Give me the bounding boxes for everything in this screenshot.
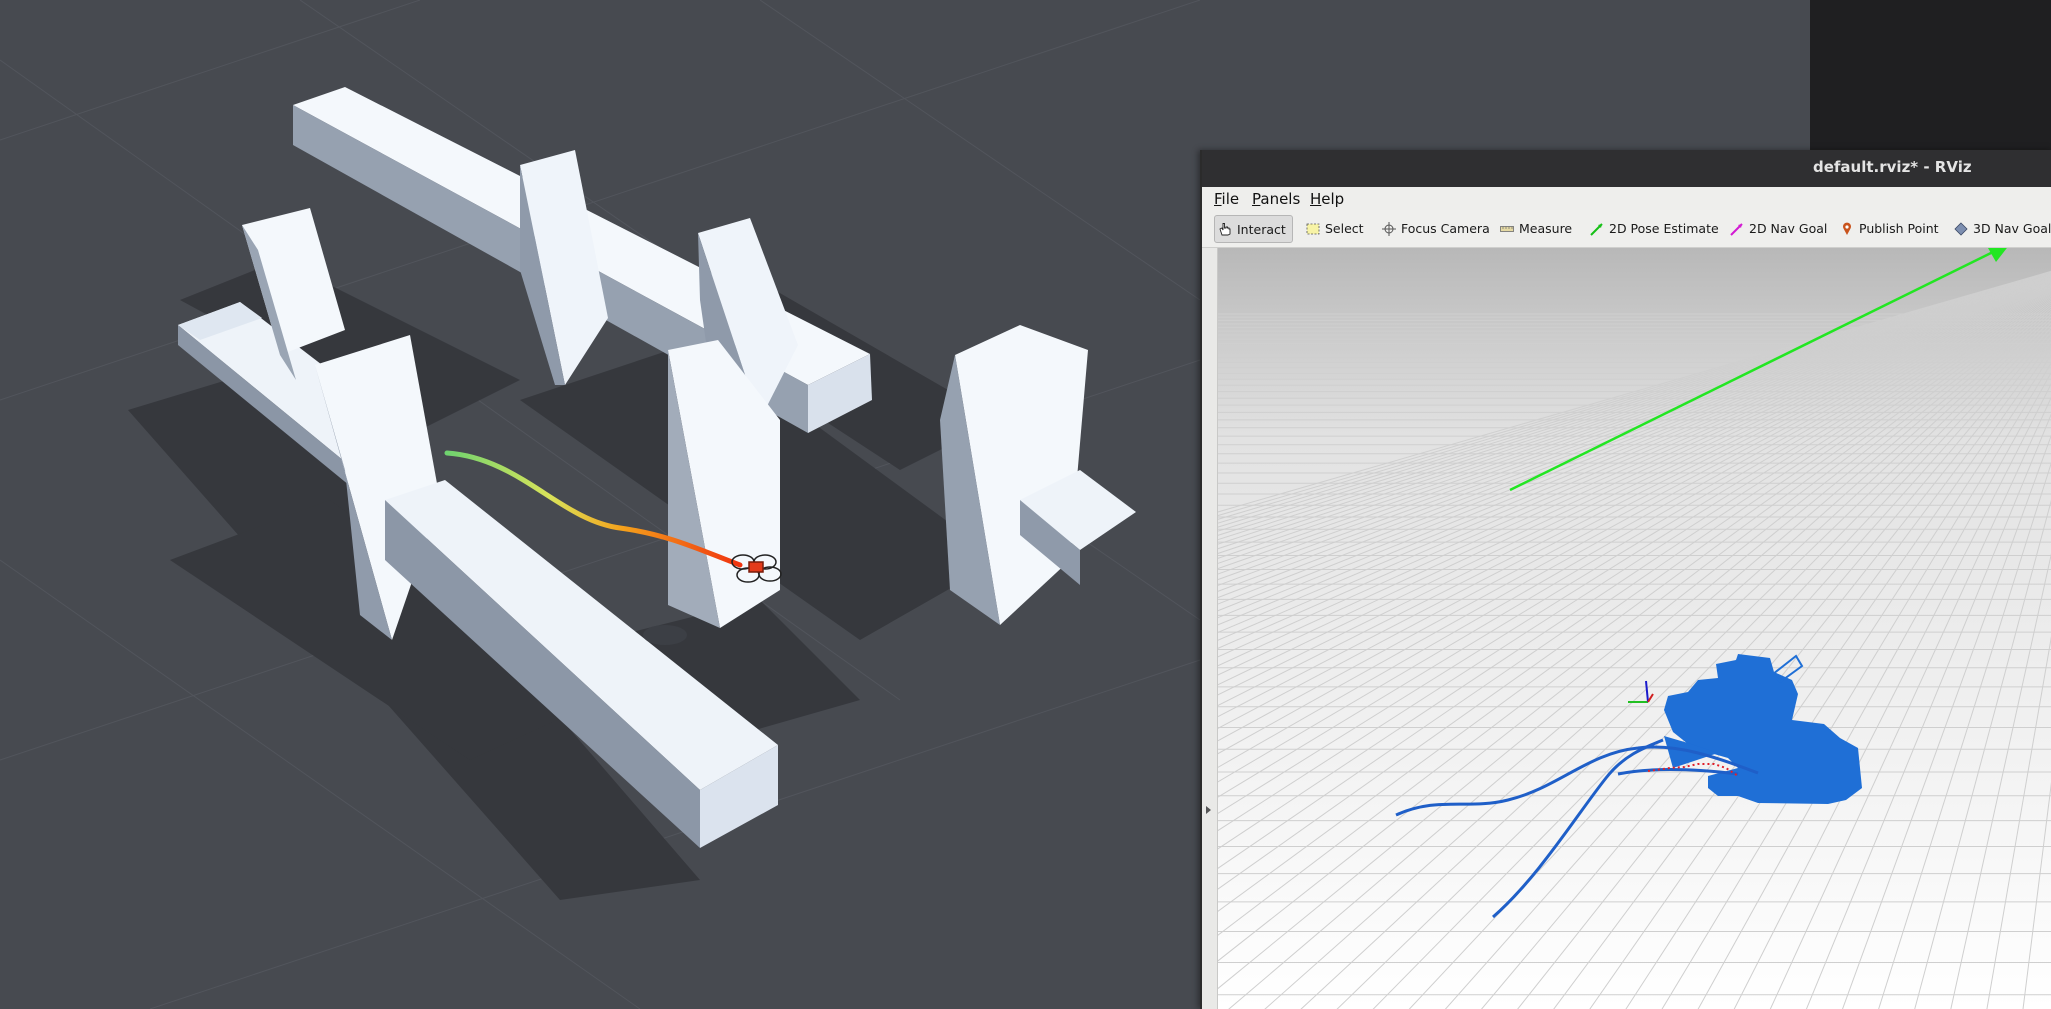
tool-3d-nav-goal-label: 3D Nav Goal (1973, 221, 2051, 236)
drone-shadow (643, 625, 687, 645)
tool-toolbar: Interact Select Focus Camera Measure 2D … (1202, 210, 2051, 248)
tool-interact[interactable]: Interact (1214, 215, 1293, 243)
diamond-icon (1954, 221, 1968, 236)
tool-interact-label: Interact (1237, 221, 1286, 237)
tool-focus-camera[interactable]: Focus Camera (1382, 217, 1490, 240)
magenta-arrow-icon (1730, 222, 1744, 236)
green-arrow-icon (1590, 222, 1604, 236)
focus-crosshair-icon (1382, 221, 1396, 236)
menu-help[interactable]: Help (1310, 190, 1344, 208)
menu-panels[interactable]: Panels (1252, 190, 1300, 208)
tool-measure[interactable]: Measure (1500, 217, 1572, 240)
menubar: File Panels Help (1202, 187, 2051, 211)
panel-splitter[interactable] (1202, 248, 1218, 1009)
hand-pointer-icon (1218, 222, 1232, 236)
tool-2d-pose-estimate-label: 2D Pose Estimate (1609, 221, 1719, 236)
rviz-window[interactable]: default.rviz* - RViz File Panels Help In… (1200, 150, 2051, 1009)
tool-publish-point-label: Publish Point (1859, 221, 1939, 236)
tool-select-label: Select (1325, 221, 1364, 236)
tool-select[interactable]: Select (1306, 217, 1364, 240)
tool-publish-point[interactable]: Publish Point (1840, 217, 1939, 240)
menu-file[interactable]: File (1214, 190, 1239, 208)
window-title: default.rviz* - RViz (1813, 158, 1972, 176)
tool-focus-camera-label: Focus Camera (1401, 221, 1490, 236)
tool-2d-nav-goal[interactable]: 2D Nav Goal (1730, 217, 1827, 240)
background-window (1810, 0, 2051, 152)
tool-measure-label: Measure (1519, 221, 1573, 236)
tool-2d-pose-estimate[interactable]: 2D Pose Estimate (1590, 217, 1719, 240)
tool-3d-nav-goal[interactable]: 3D Nav Goal (1954, 217, 2051, 240)
expand-arrow-icon[interactable] (1206, 806, 1211, 814)
window-titlebar[interactable]: default.rviz* - RViz (1202, 150, 2051, 187)
select-box-icon (1306, 222, 1320, 236)
rviz-3d-viewport[interactable] (1218, 248, 2051, 1009)
map-pin-icon (1840, 222, 1854, 236)
tool-2d-nav-goal-label: 2D Nav Goal (1749, 221, 1828, 236)
ruler-icon (1500, 222, 1514, 236)
